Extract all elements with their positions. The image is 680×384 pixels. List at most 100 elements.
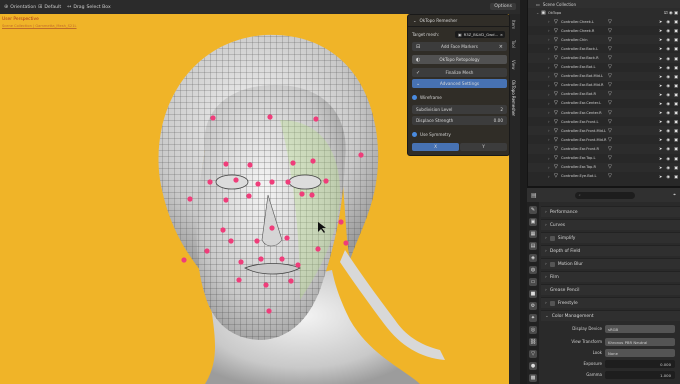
visibility-toggles[interactable]: ➤ ◉ ▣ [659,56,678,61]
select-toggle-icon[interactable]: ➤ [659,174,663,179]
camera-icon[interactable]: ▣ [674,119,678,124]
expand-chevron-icon[interactable]: › [548,165,550,170]
camera-icon[interactable]: ▣ [674,156,678,161]
data-tab-icon[interactable]: ▽ [529,350,537,358]
outliner-item[interactable]: › ▽ Controller.Ear.Bot.L ▽ ➤ ◉ ▣ [528,63,680,72]
outliner-item[interactable]: › ▽ Controller.Cheek.R ▽ ➤ ◉ ▣ [528,26,680,35]
expand-chevron-icon[interactable]: › [548,37,550,42]
expand-chevron-icon[interactable]: › [548,28,550,33]
expand-chevron-icon[interactable]: › [548,74,550,79]
select-toggle-icon[interactable]: ➤ [659,137,663,142]
camera-icon[interactable]: ▣ [674,101,678,106]
constraints-tab-icon[interactable]: ⛓ [529,338,537,346]
tab-view[interactable]: View [511,60,516,70]
outliner-collection-row[interactable]: ⌄ ▣ OkTopo ☑ ◉ ▣ [528,8,680,18]
section-curves[interactable]: › Curves [541,219,680,230]
visibility-toggles[interactable]: ➤ ◉ ▣ [659,110,678,115]
expand-chevron-icon[interactable]: › [548,19,550,24]
eye-icon[interactable]: ◉ [666,74,670,79]
visibility-toggles[interactable]: ➤ ◉ ▣ [659,92,678,97]
outliner-item[interactable]: › ▽ Controller.Cheek.L ▽ ➤ ◉ ▣ [528,17,680,27]
section-depth-of-field[interactable]: › Depth of Field [541,245,680,256]
camera-icon[interactable]: ▣ [674,110,678,115]
camera-icon[interactable]: ▣ [674,37,678,42]
outliner-item[interactable]: › ▽ Controller.Ear.Front.Mid.R ▽ ➤ ◉ ▣ [528,135,680,144]
visibility-toggles[interactable]: ➤ ◉ ▣ [659,83,678,88]
outliner-item[interactable]: › ▽ Controller.Ear.Center.R ▽ ➤ ◉ ▣ [528,108,680,118]
eye-icon[interactable]: ◉ [666,156,670,161]
wireframe-row[interactable]: Wireframe [412,93,507,102]
select-toggle-icon[interactable]: ➤ [659,37,663,42]
panel-title-bar[interactable]: ⌄ OkTopo Remesher [408,15,509,27]
eye-icon[interactable]: ◉ [666,92,670,97]
expand-chevron-icon[interactable]: › [548,137,550,142]
eye-icon[interactable]: ◉ [666,174,670,179]
select-toggle-icon[interactable]: ➤ [659,65,663,70]
properties-search-input[interactable]: ⌕ [574,191,635,199]
eye-icon[interactable]: ◉ [666,56,670,61]
outliner-item[interactable]: › ▽ Controller.Ear.Front.L ▽ ➤ ◉ ▣ [528,117,680,126]
tab-item[interactable]: Item [511,20,516,29]
drag-control[interactable]: ↔ Drag Select Box [67,4,111,10]
view-transform-dropdown[interactable]: Khronos PBR Neutral [605,338,675,346]
camera-icon[interactable]: ▣ [674,146,678,151]
section-freestyle[interactable]: › Freestyle [541,297,680,308]
expand-chevron-icon[interactable]: › [548,174,550,179]
select-toggle-icon[interactable]: ➤ [659,165,663,170]
visibility-toggles[interactable]: ➤ ◉ ▣ [659,65,678,70]
select-toggle-icon[interactable]: ➤ [659,83,663,88]
section-grease-pencil[interactable]: › Grease Pencil [541,284,680,295]
section-film[interactable]: › Film [541,271,680,282]
eye-icon[interactable]: ◉ [666,83,670,88]
visibility-toggles[interactable]: ➤ ◉ ▣ [659,37,678,42]
expand-chevron-icon[interactable]: › [548,56,550,61]
visibility-toggles[interactable]: ➤ ◉ ▣ [659,146,678,151]
scene-tab-icon[interactable]: ◈ [529,254,537,262]
modifier-tab-icon[interactable]: ⚙ [529,302,537,310]
select-toggle-icon[interactable]: ➤ [659,74,663,79]
target-mesh-field[interactable]: ▣ R3Z_B&VD_Gwd... × [455,31,505,38]
expand-chevron-icon[interactable]: › [548,119,550,124]
expand-chevron-icon[interactable]: › [548,146,550,151]
expand-chevron-icon[interactable]: › [548,128,550,133]
wireframe-toggle-icon[interactable] [412,95,417,100]
expand-chevron-icon[interactable]: › [548,156,550,161]
camera-icon[interactable]: ▣ [674,46,678,51]
select-toggle-icon[interactable]: ➤ [659,92,663,97]
visibility-toggles[interactable]: ➤ ◉ ▣ [659,165,678,170]
expand-chevron-icon[interactable]: › [548,46,550,51]
camera-icon[interactable]: ▣ [674,28,678,33]
visibility-toggles[interactable]: ➤ ◉ ▣ [659,128,678,133]
eye-icon[interactable]: ◉ [666,128,670,133]
eye-icon[interactable]: ◉ [666,146,670,151]
displace-strength-field[interactable]: Displace Strength 0.00 [412,116,507,125]
finalize-mesh-button[interactable]: ✓ Finalize Mesh [412,68,507,77]
render-tab-icon[interactable]: ▣ [529,218,537,226]
tab-oktopo[interactable]: OkTopo Remesher [511,80,516,116]
camera-icon[interactable]: ▣ [674,65,678,70]
camera-icon[interactable]: ▣ [674,137,678,142]
camera-icon[interactable]: ▣ [674,165,678,170]
select-toggle-icon[interactable]: ➤ [659,128,663,133]
expand-chevron-icon[interactable]: › [548,101,550,106]
symmetry-toggle-icon[interactable] [412,132,417,137]
3d-viewport[interactable]: ⊕ Orientation ⊞ Default ↔ Drag Select Bo… [0,0,520,384]
display-device-dropdown[interactable]: sRGB [605,325,675,333]
visibility-toggles[interactable]: ➤ ◉ ▣ [659,101,678,106]
gamma-input[interactable]: 1.000 [605,371,675,379]
view-layer-tab-icon[interactable]: ▤ [529,242,537,250]
camera-icon[interactable]: ▣ [674,56,678,61]
visibility-toggles[interactable]: ➤ ◉ ▣ [659,119,678,124]
eye-icon[interactable]: ◉ [666,28,670,33]
object-tab-icon[interactable]: ■ [529,290,537,298]
collection-tab-icon[interactable]: ▭ [529,278,537,286]
camera-icon[interactable]: ▣ [674,128,678,133]
subdivision-level-field[interactable]: Subdivision Level 2 [412,105,507,114]
simplify-checkbox[interactable] [549,235,555,241]
expand-chevron-icon[interactable]: › [548,83,550,88]
collection-visibility-icons[interactable]: ☑ ◉ ▣ [664,10,678,15]
motion-blur-checkbox[interactable] [549,261,555,267]
world-tab-icon[interactable]: ◍ [529,266,537,274]
clear-icon[interactable]: × [500,32,503,37]
expand-chevron-icon[interactable]: › [548,92,550,97]
